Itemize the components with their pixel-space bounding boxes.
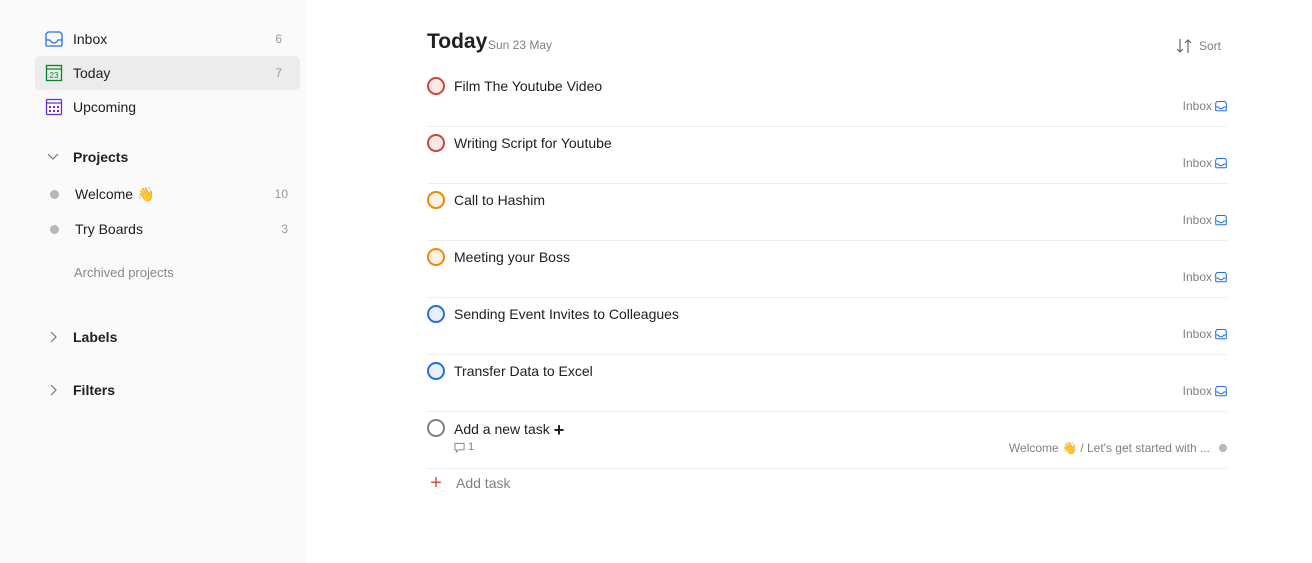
sidebar-item-count: 7 — [275, 66, 282, 80]
task-checkbox[interactable] — [427, 305, 445, 323]
sidebar-item-count: 6 — [275, 32, 282, 46]
projects-header: Projects — [73, 149, 129, 165]
sidebar: Inbox 6 23 Today 7 Upcoming Projects Wel… — [0, 0, 305, 563]
sidebar-item-upcoming[interactable]: Upcoming — [35, 90, 300, 124]
task-name: Transfer Data to Excel — [454, 363, 593, 379]
sidebar-item-label: Inbox — [73, 31, 108, 47]
labels-header: Labels — [73, 329, 118, 345]
task-project-label: Inbox — [1182, 270, 1212, 284]
chevron-right-icon — [50, 331, 57, 343]
task-checkbox[interactable] — [427, 77, 445, 95]
inbox-icon — [1215, 158, 1227, 169]
page-date: Sun 23 May — [488, 38, 553, 52]
project-count: 10 — [274, 187, 288, 201]
task-checkbox[interactable] — [427, 362, 445, 380]
calendar-day-text: 23 — [50, 71, 59, 80]
chevron-down-icon — [47, 153, 59, 160]
task-project-link[interactable]: Welcome 👋 / Let's get started with ... — [1009, 441, 1227, 455]
project-item-welcome[interactable]: Welcome 👋 10 — [45, 179, 295, 209]
project-label: Welcome — [75, 186, 134, 202]
task-row[interactable]: Meeting your Boss Inbox — [427, 241, 1227, 298]
task-project-label: Inbox — [1182, 156, 1212, 170]
plus-icon[interactable]: + — [554, 420, 565, 441]
task-name: Add a new task — [454, 421, 550, 437]
inbox-icon — [1215, 215, 1227, 226]
task-row[interactable]: Writing Script for Youtube Inbox — [427, 127, 1227, 184]
sidebar-item-label: Today — [73, 65, 111, 81]
sidebar-item-today[interactable]: 23 Today 7 — [35, 56, 300, 90]
task-project-label: Inbox — [1182, 213, 1212, 227]
task-row[interactable]: Sending Event Invites to Colleagues Inbox — [427, 298, 1227, 355]
task-checkbox[interactable] — [427, 248, 445, 266]
task-row[interactable]: Call to Hashim Inbox — [427, 184, 1227, 241]
page-title: Today — [427, 30, 488, 53]
task-row[interactable]: Film The Youtube Video Inbox — [427, 70, 1227, 127]
task-project-link[interactable]: Inbox — [1183, 327, 1227, 341]
inbox-icon — [45, 31, 63, 47]
sidebar-item-label: Upcoming — [73, 99, 137, 115]
project-color-dot — [1219, 444, 1227, 452]
inbox-icon — [1215, 101, 1227, 112]
comment-icon — [454, 442, 465, 453]
calendar-upcoming-icon — [45, 98, 63, 116]
project-color-dot — [50, 190, 59, 199]
project-item-try-boards[interactable]: Try Boards 3 — [45, 214, 295, 244]
sort-icon — [1176, 39, 1192, 53]
project-label: Try Boards — [75, 221, 143, 237]
task-project-label: Inbox — [1182, 384, 1212, 398]
task-checkbox[interactable] — [427, 191, 445, 209]
inbox-icon — [1215, 272, 1227, 283]
task-name: Sending Event Invites to Colleagues — [454, 306, 679, 322]
filters-header: Filters — [73, 382, 116, 398]
task-checkbox[interactable] — [427, 134, 445, 152]
task-project-link[interactable]: Inbox — [1183, 384, 1227, 398]
chevron-right-icon — [50, 384, 57, 396]
comment-count: 1 — [468, 441, 475, 453]
plus-icon: + — [430, 472, 442, 494]
task-project-link[interactable]: Inbox — [1183, 270, 1227, 284]
task-comments[interactable]: 1 — [454, 441, 474, 453]
wave-emoji-icon: 👋 — [136, 186, 155, 202]
inbox-icon — [1215, 329, 1227, 340]
task-project-link[interactable]: Inbox — [1183, 213, 1227, 227]
task-name: Film The Youtube Video — [454, 78, 603, 94]
task-row[interactable]: Add a new task +1 Welcome 👋 / Let's get st… — [427, 412, 1227, 469]
task-project-label: Inbox — [1182, 327, 1212, 341]
add-task-button[interactable]: + Add task — [427, 472, 510, 494]
project-count: 3 — [281, 222, 288, 236]
task-project-link[interactable]: Inbox — [1183, 99, 1227, 113]
task-project-label: Welcome 👋 / Let's get started with ... — [1008, 441, 1210, 455]
task-name: Call to Hashim — [454, 192, 546, 208]
task-name: Writing Script for Youtube — [454, 135, 612, 151]
project-color-dot — [50, 225, 59, 234]
inbox-icon — [1215, 386, 1227, 397]
task-row[interactable]: Transfer Data to Excel Inbox — [427, 355, 1227, 412]
task-name: Meeting your Boss — [454, 249, 570, 265]
task-checkbox[interactable] — [427, 419, 445, 437]
calendar-today-icon: 23 — [45, 64, 63, 82]
sort-button[interactable]: Sort — [1175, 37, 1221, 55]
add-task-label: Add task — [456, 475, 511, 491]
task-project-link[interactable]: Inbox — [1183, 156, 1227, 170]
archived-projects-link[interactable]: Archived projects — [74, 265, 174, 280]
task-project-label: Inbox — [1182, 99, 1212, 113]
sidebar-item-inbox[interactable]: Inbox 6 — [35, 22, 300, 56]
sort-label: Sort — [1198, 39, 1221, 53]
